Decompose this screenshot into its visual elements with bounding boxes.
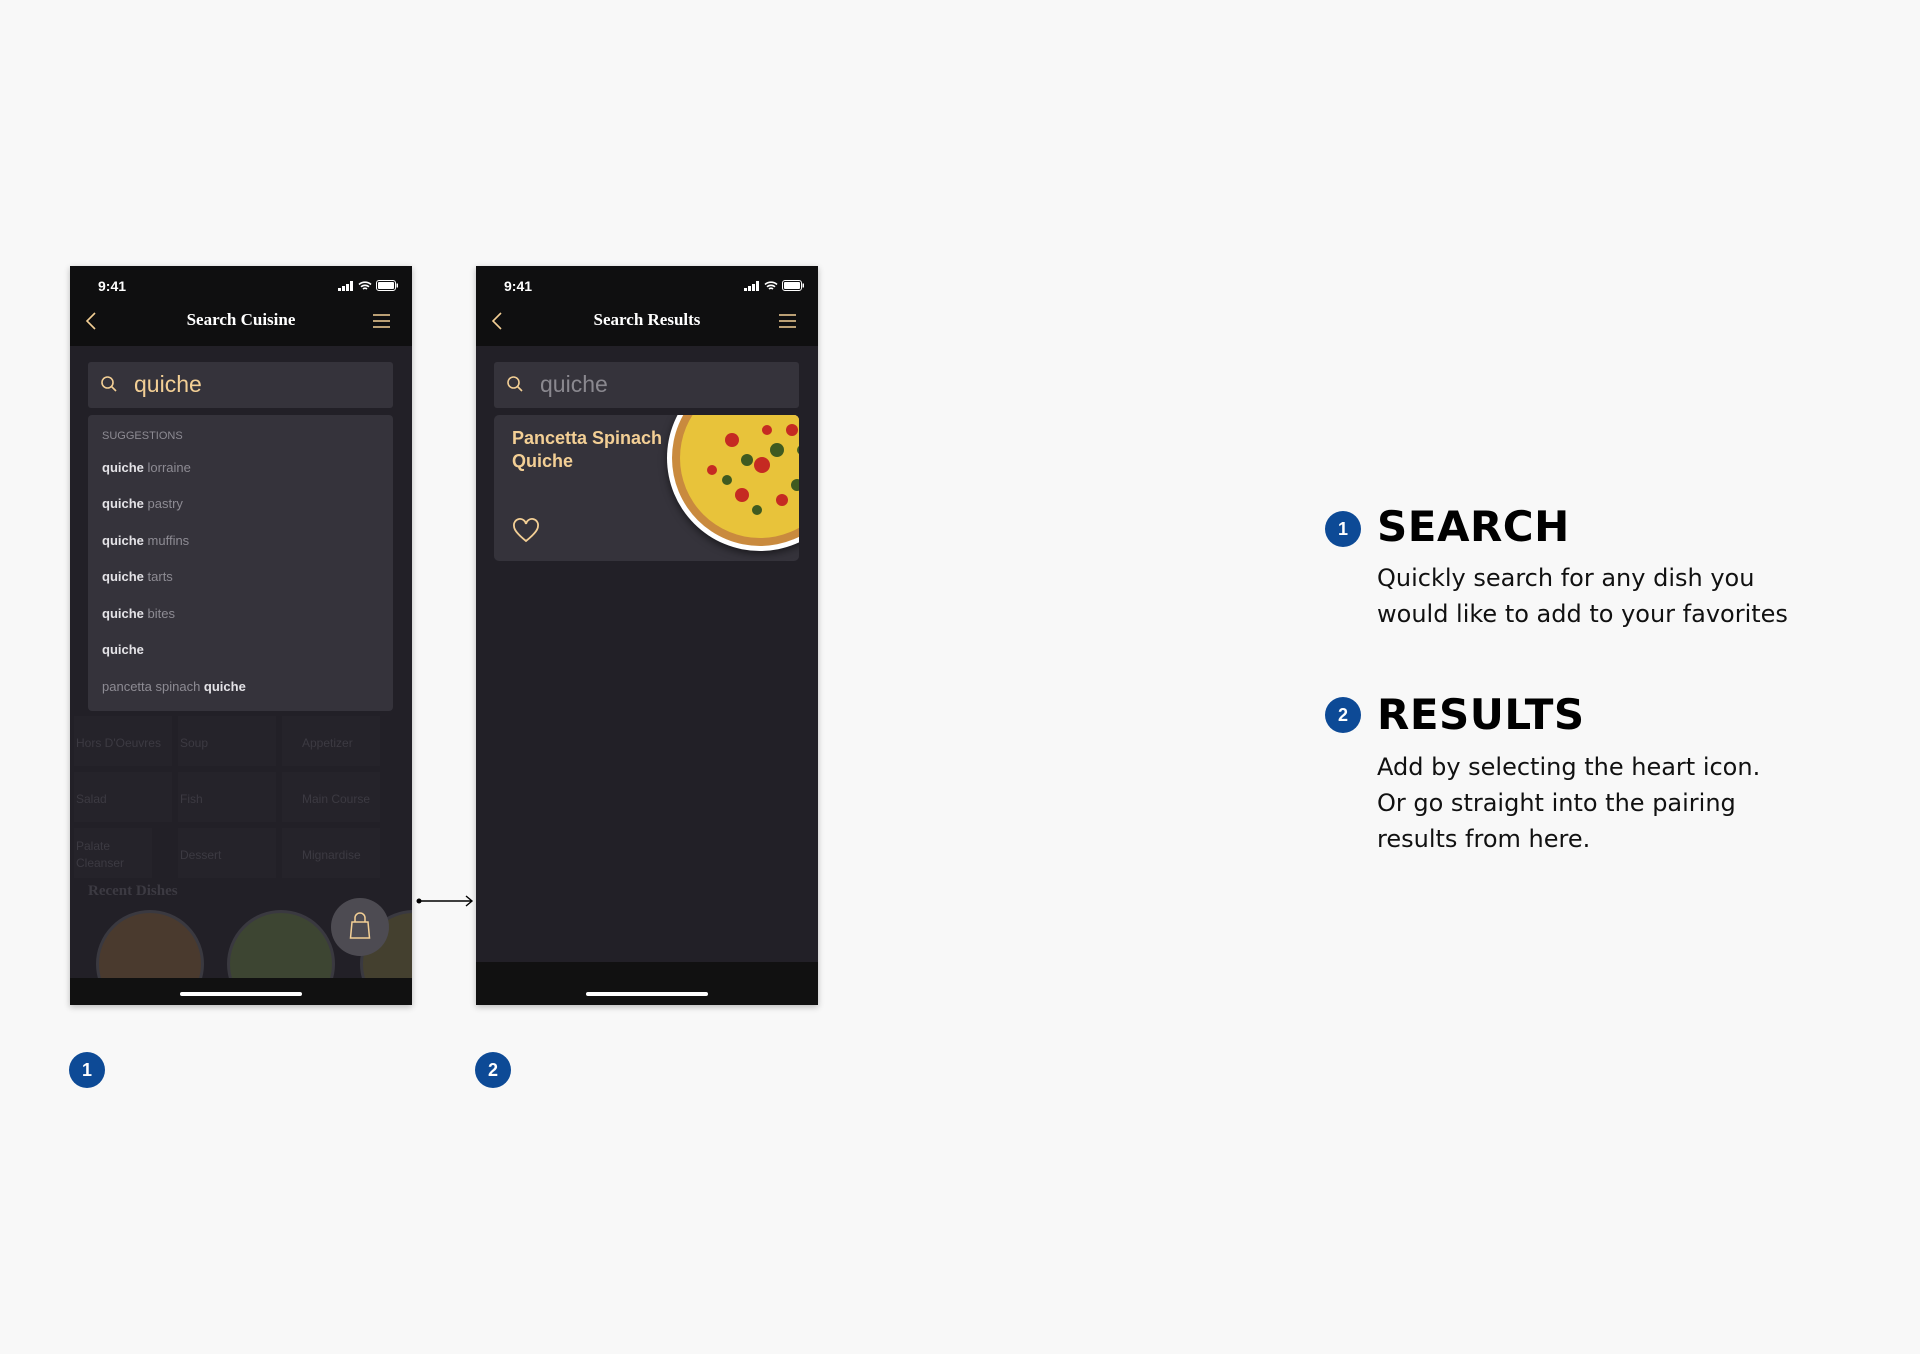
signal-icon	[744, 280, 759, 291]
category-tile[interactable]: Dessert	[178, 828, 276, 878]
search-icon	[507, 376, 523, 392]
status-icons	[338, 280, 398, 291]
cart-button[interactable]	[331, 898, 389, 956]
category-tile[interactable]: Palate Cleanser	[74, 828, 152, 878]
step-heading: SEARCH	[1377, 502, 1570, 551]
page-title: Search Cuisine	[186, 310, 296, 329]
shopping-bag-icon	[349, 912, 371, 939]
hamburger-menu-icon[interactable]	[779, 314, 796, 328]
page-title: Search Results	[593, 310, 701, 329]
hamburger-menu-icon[interactable]	[373, 314, 390, 328]
home-bar	[70, 978, 412, 1005]
category-tile[interactable]: Appetizer	[282, 716, 380, 766]
heart-icon[interactable]	[512, 518, 540, 544]
home-indicator[interactable]	[180, 992, 302, 996]
wifi-icon	[358, 280, 372, 290]
search-input[interactable]: quiche	[88, 362, 393, 408]
home-bar	[476, 962, 818, 1005]
status-icons	[744, 280, 804, 291]
category-tile[interactable]: Salad	[74, 772, 172, 822]
quiche-photo	[672, 415, 799, 546]
step-badge-2: 2	[475, 1052, 511, 1088]
phone-search-cuisine: 9:41 Search Cuisine quiche Hors D'Oeuvre…	[70, 266, 412, 1005]
suggestion-item[interactable]: pancetta spinach quiche	[102, 679, 246, 694]
suggestion-item[interactable]: quiche lorraine	[102, 460, 191, 475]
step-badge-2: 2	[1325, 697, 1361, 733]
top-bar: 9:41 Search Results	[476, 266, 818, 346]
signal-icon	[338, 280, 353, 291]
top-bar: 9:41 Search Cuisine	[70, 266, 412, 346]
search-value: quiche	[134, 371, 202, 397]
battery-icon	[376, 280, 398, 291]
suggestion-item[interactable]: quiche pastry	[102, 496, 183, 511]
suggestion-item[interactable]: quiche tarts	[102, 569, 173, 584]
step-badge-1: 1	[69, 1052, 105, 1088]
step-badge-1: 1	[1325, 511, 1361, 547]
suggestions-dropdown: SUGGESTIONS quiche lorraine quiche pastr…	[88, 415, 393, 711]
wifi-icon	[764, 280, 778, 290]
category-tile[interactable]: Hors D'Oeuvres	[74, 716, 172, 766]
flow-arrow	[416, 895, 474, 907]
step-description: Add by selecting the heart icon. Or go st…	[1377, 753, 1761, 853]
phone-search-results: 9:41 Search Results quiche Pancetta Spin…	[476, 266, 818, 1005]
result-title: Pancetta Spinach Quiche	[512, 428, 663, 471]
suggestion-item[interactable]: quiche	[102, 642, 144, 657]
category-tile[interactable]: Fish	[178, 772, 276, 822]
suggestions-label: SUGGESTIONS	[102, 430, 183, 442]
search-value: quiche	[540, 371, 608, 397]
search-icon	[101, 376, 117, 392]
suggestion-item[interactable]: quiche muffins	[102, 533, 189, 548]
search-input[interactable]: quiche	[494, 362, 799, 408]
recent-dishes-heading: Recent Dishes	[88, 883, 178, 899]
suggestion-item[interactable]: quiche bites	[102, 606, 175, 621]
category-tile[interactable]: Soup	[178, 716, 276, 766]
step-description: Quickly search for any dish you would lik…	[1377, 564, 1788, 628]
home-indicator[interactable]	[586, 992, 708, 996]
quiche-image	[667, 415, 799, 551]
category-tile[interactable]: Mignardise	[282, 828, 380, 878]
battery-icon	[782, 280, 804, 291]
result-card[interactable]: Pancetta Spinach Quiche	[494, 415, 799, 561]
status-time: 9:41	[504, 278, 533, 294]
step-heading: RESULTS	[1377, 690, 1585, 739]
status-time: 9:41	[98, 278, 127, 294]
category-tile[interactable]: Main Course	[282, 772, 380, 822]
